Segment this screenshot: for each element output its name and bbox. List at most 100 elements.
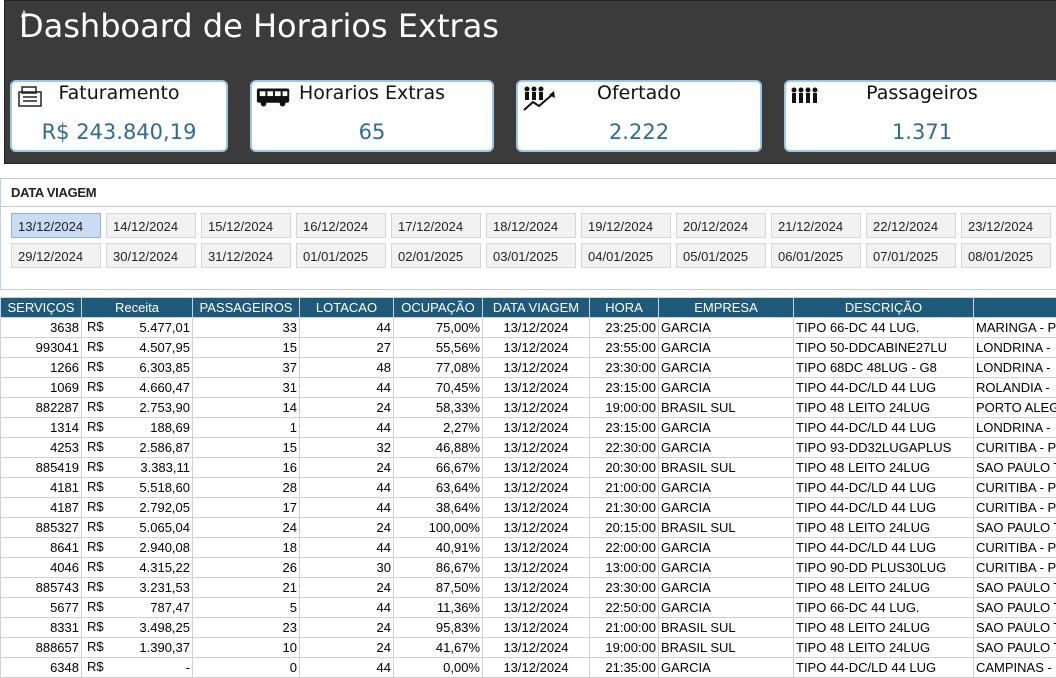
table-row[interactable]: 8331R$3.498,25232495,83%13/12/202421:00:…: [1, 618, 1056, 638]
table-row[interactable]: 6348R$-0440,00%13/12/202421:35:00GARCIAT…: [1, 658, 1056, 678]
table-row[interactable]: 885327R$5.065,042424100,00%13/12/202420:…: [1, 518, 1056, 538]
header-data-viagem[interactable]: DATA VIAGEM: [483, 298, 590, 318]
date-chip-22-12-2024[interactable]: 22/12/2024: [866, 213, 956, 238]
date-chip-15-12-2024[interactable]: 15/12/2024: [201, 213, 291, 238]
cell-ocupacao: 100,00%: [394, 518, 483, 538]
cell-descricao: TIPO 48 LEITO 24LUG: [794, 638, 974, 658]
cell-lotacao: 44: [300, 538, 394, 558]
cell-receita: R$4.507,95: [82, 338, 193, 358]
date-chip-08-01-2025[interactable]: 08/01/2025: [961, 243, 1051, 268]
date-chip-18-12-2024[interactable]: 18/12/2024: [486, 213, 576, 238]
date-chip-06-01-2025[interactable]: 06/01/2025: [771, 243, 861, 268]
table-row[interactable]: 8641R$2.940,08184440,91%13/12/202422:00:…: [1, 538, 1056, 558]
date-chip-29-12-2024[interactable]: 29/12/2024: [11, 243, 101, 268]
cell-receita: R$4.660,47: [82, 378, 193, 398]
date-chip-21-12-2024[interactable]: 21/12/2024: [771, 213, 861, 238]
table-row[interactable]: 4046R$4.315,22263086,67%13/12/202413:00:…: [1, 558, 1056, 578]
header-hora[interactable]: HORA: [590, 298, 659, 318]
table-row[interactable]: 5677R$787,4754411,36%13/12/202422:50:00G…: [1, 598, 1056, 618]
cell-servico: 882287: [1, 398, 82, 418]
cell-descricao: TIPO 48 LEITO 24LUG: [794, 458, 974, 478]
date-chip-05-01-2025[interactable]: 05/01/2025: [676, 243, 766, 268]
cell-receita: R$2.586,87: [82, 438, 193, 458]
date-chip-17-12-2024[interactable]: 17/12/2024: [391, 213, 481, 238]
table-row[interactable]: 885419R$3.383,11162466,67%13/12/202420:3…: [1, 458, 1056, 478]
date-chip-13-12-2024[interactable]: 13/12/2024: [11, 213, 101, 238]
cell-passageiros: 18: [193, 538, 300, 558]
cell-receita: R$2.753,90: [82, 398, 193, 418]
date-chip-07-01-2025[interactable]: 07/01/2025: [866, 243, 956, 268]
header-descricao[interactable]: DESCRIÇÃO: [794, 298, 974, 318]
cell-rota: SAO PAULO T: [974, 638, 1056, 658]
cell-lotacao: 24: [300, 618, 394, 638]
date-chip-02-01-2025[interactable]: 02/01/2025: [391, 243, 481, 268]
date-chip-01-01-2025[interactable]: 01/01/2025: [296, 243, 386, 268]
table-row[interactable]: 4187R$2.792,05174438,64%13/12/202421:30:…: [1, 498, 1056, 518]
header-receita[interactable]: Receita: [82, 298, 193, 318]
date-chip-31-12-2024[interactable]: 31/12/2024: [201, 243, 291, 268]
slicer-divider: [1, 206, 1056, 207]
date-chip-04-01-2025[interactable]: 04/01/2025: [581, 243, 671, 268]
cell-servico: 885743: [1, 578, 82, 598]
table-row[interactable]: 4253R$2.586,87153246,88%13/12/202422:30:…: [1, 438, 1056, 458]
cell-empresa: GARCIA: [659, 318, 794, 338]
cell-data-viagem: 13/12/2024: [483, 358, 590, 378]
header-lotacao[interactable]: LOTACAO: [300, 298, 394, 318]
cell-receita: R$6.303,85: [82, 358, 193, 378]
date-chip-30-12-2024[interactable]: 30/12/2024: [106, 243, 196, 268]
cell-receita: R$2.940,08: [82, 538, 193, 558]
cell-servico: 6348: [1, 658, 82, 678]
currency-symbol: R$: [87, 519, 104, 534]
cell-empresa: GARCIA: [659, 378, 794, 398]
table-row[interactable]: 882287R$2.753,90142458,33%13/12/202419:0…: [1, 398, 1056, 418]
cell-receita: R$-: [82, 658, 193, 678]
cell-ocupacao: 55,56%: [394, 338, 483, 358]
cell-hora: 23:30:00: [590, 358, 659, 378]
cell-data-viagem: 13/12/2024: [483, 438, 590, 458]
cell-ocupacao: 77,08%: [394, 358, 483, 378]
header-rota[interactable]: [974, 298, 1056, 318]
header-empresa[interactable]: EMPRESA: [659, 298, 794, 318]
table-row[interactable]: 1069R$4.660,47314470,45%13/12/202423:15:…: [1, 378, 1056, 398]
cell-rota: SAO PAULO T: [974, 578, 1056, 598]
cell-passageiros: 16: [193, 458, 300, 478]
cell-descricao: TIPO 93-DD32LUGAPLUS: [794, 438, 974, 458]
cell-servico: 885327: [1, 518, 82, 538]
slicer-title: DATA VIAGEM: [11, 185, 96, 200]
date-chip-20-12-2024[interactable]: 20/12/2024: [676, 213, 766, 238]
cell-rota: CURITIBA - P: [974, 498, 1056, 518]
cell-descricao: TIPO 50-DDCABINE27LU: [794, 338, 974, 358]
table-row[interactable]: 3638R$5.477,01334475,00%13/12/202423:25:…: [1, 318, 1056, 338]
date-chip-23-12-2024[interactable]: 23/12/2024: [961, 213, 1051, 238]
cell-rota: SAO PAULO T: [974, 618, 1056, 638]
data-viagem-slicer: DATA VIAGEM 13/12/202414/12/202415/12/20…: [0, 178, 1056, 290]
cell-descricao: TIPO 44-DC/LD 44 LUG: [794, 498, 974, 518]
table-row[interactable]: 1266R$6.303,85374877,08%13/12/202423:30:…: [1, 358, 1056, 378]
cell-passageiros: 37: [193, 358, 300, 378]
date-chip-14-12-2024[interactable]: 14/12/2024: [106, 213, 196, 238]
date-chip-16-12-2024[interactable]: 16/12/2024: [296, 213, 386, 238]
table-row[interactable]: 885743R$3.231,53212487,50%13/12/202423:3…: [1, 578, 1056, 598]
table-row[interactable]: 1314R$188,691442,27%13/12/202423:15:00GA…: [1, 418, 1056, 438]
cell-empresa: GARCIA: [659, 598, 794, 618]
date-chip-19-12-2024[interactable]: 19/12/2024: [581, 213, 671, 238]
table-row[interactable]: 993041R$4.507,95152755,56%13/12/202423:5…: [1, 338, 1056, 358]
cell-lotacao: 24: [300, 458, 394, 478]
cell-descricao: TIPO 90-DD PLUS30LUG: [794, 558, 974, 578]
header-ocupacao[interactable]: OCUPAÇÃO: [394, 298, 483, 318]
header-servicos[interactable]: SERVIÇOS: [1, 298, 82, 318]
cell-ocupacao: 86,67%: [394, 558, 483, 578]
cell-lotacao: 44: [300, 378, 394, 398]
cell-passageiros: 17: [193, 498, 300, 518]
cell-passageiros: 1: [193, 418, 300, 438]
cell-data-viagem: 13/12/2024: [483, 658, 590, 678]
table-row[interactable]: 4181R$5.518,60284463,64%13/12/202421:00:…: [1, 478, 1056, 498]
kpi-card-horarios-extras: Horarios Extras 65: [250, 80, 494, 152]
cell-hora: 22:00:00: [590, 538, 659, 558]
cell-passageiros: 0: [193, 658, 300, 678]
cell-rota: LONDRINA -: [974, 338, 1056, 358]
table-row[interactable]: 888657R$1.390,37102441,67%13/12/202419:0…: [1, 638, 1056, 658]
header-passageiros[interactable]: PASSAGEIROS: [193, 298, 300, 318]
date-chip-03-01-2025[interactable]: 03/01/2025: [486, 243, 576, 268]
extras-table: SERVIÇOS Receita PASSAGEIROS LOTACAO OCU…: [0, 297, 1056, 678]
